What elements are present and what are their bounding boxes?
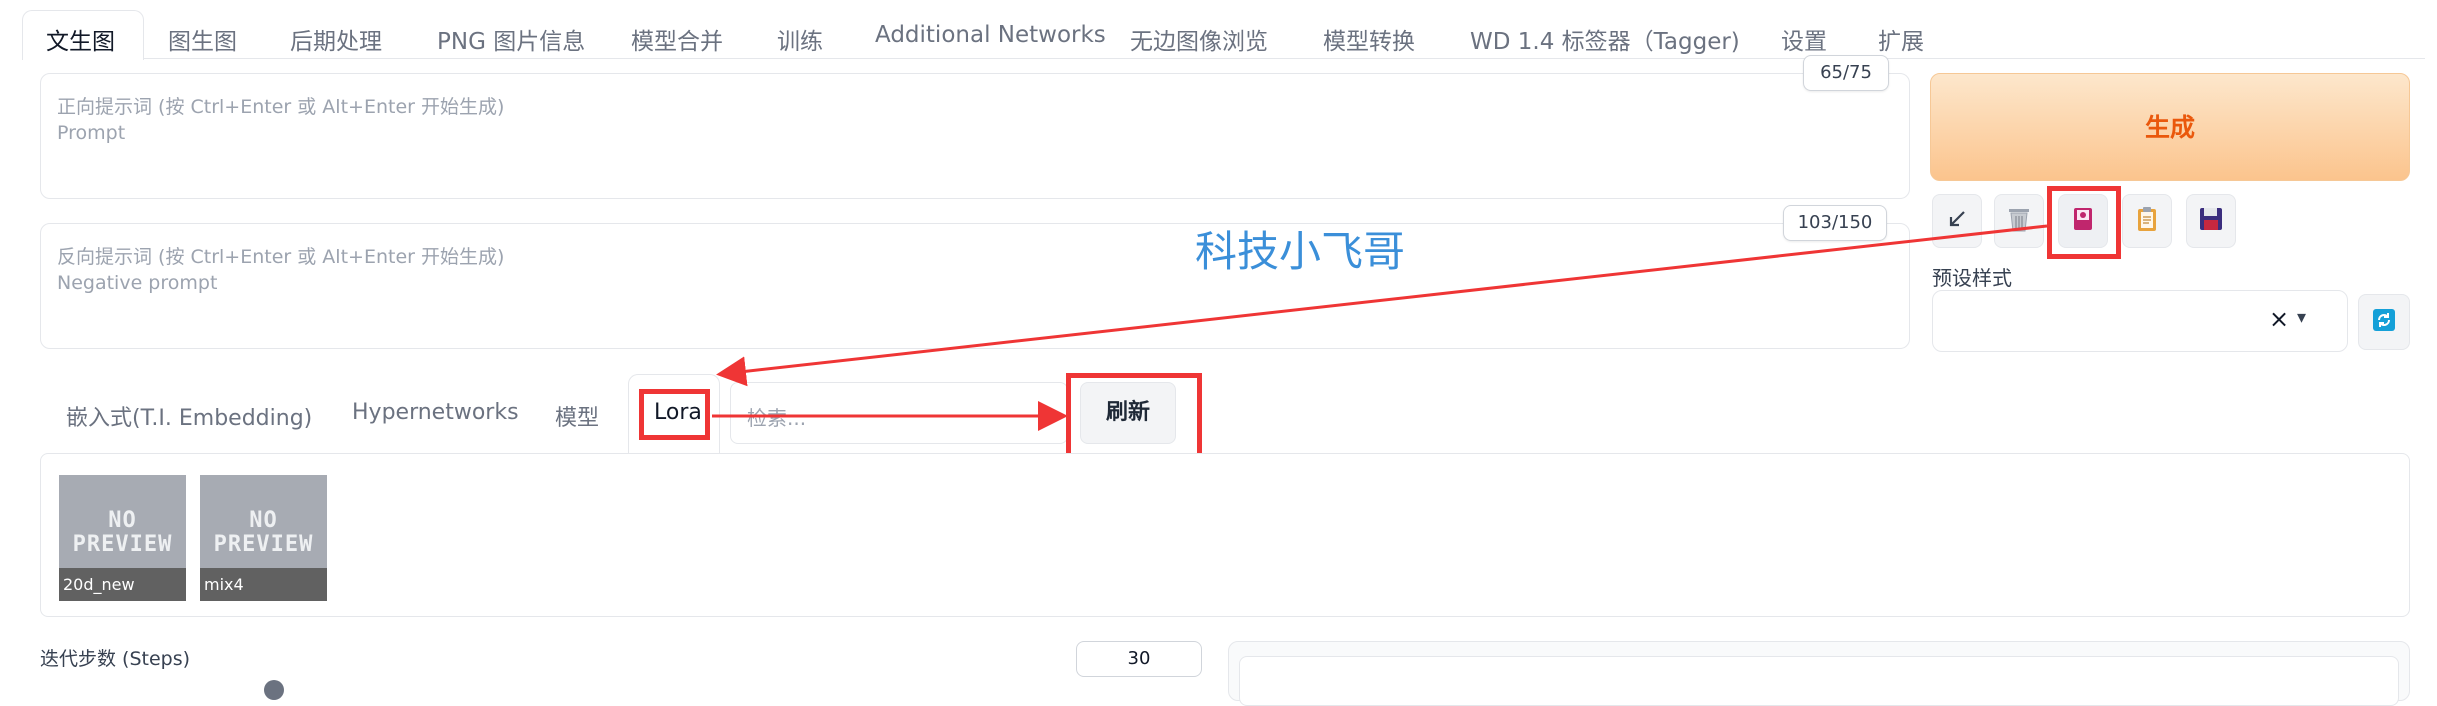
arrow-to-lora-tab — [716, 224, 2048, 387]
annotation-arrows — [712, 224, 2048, 431]
